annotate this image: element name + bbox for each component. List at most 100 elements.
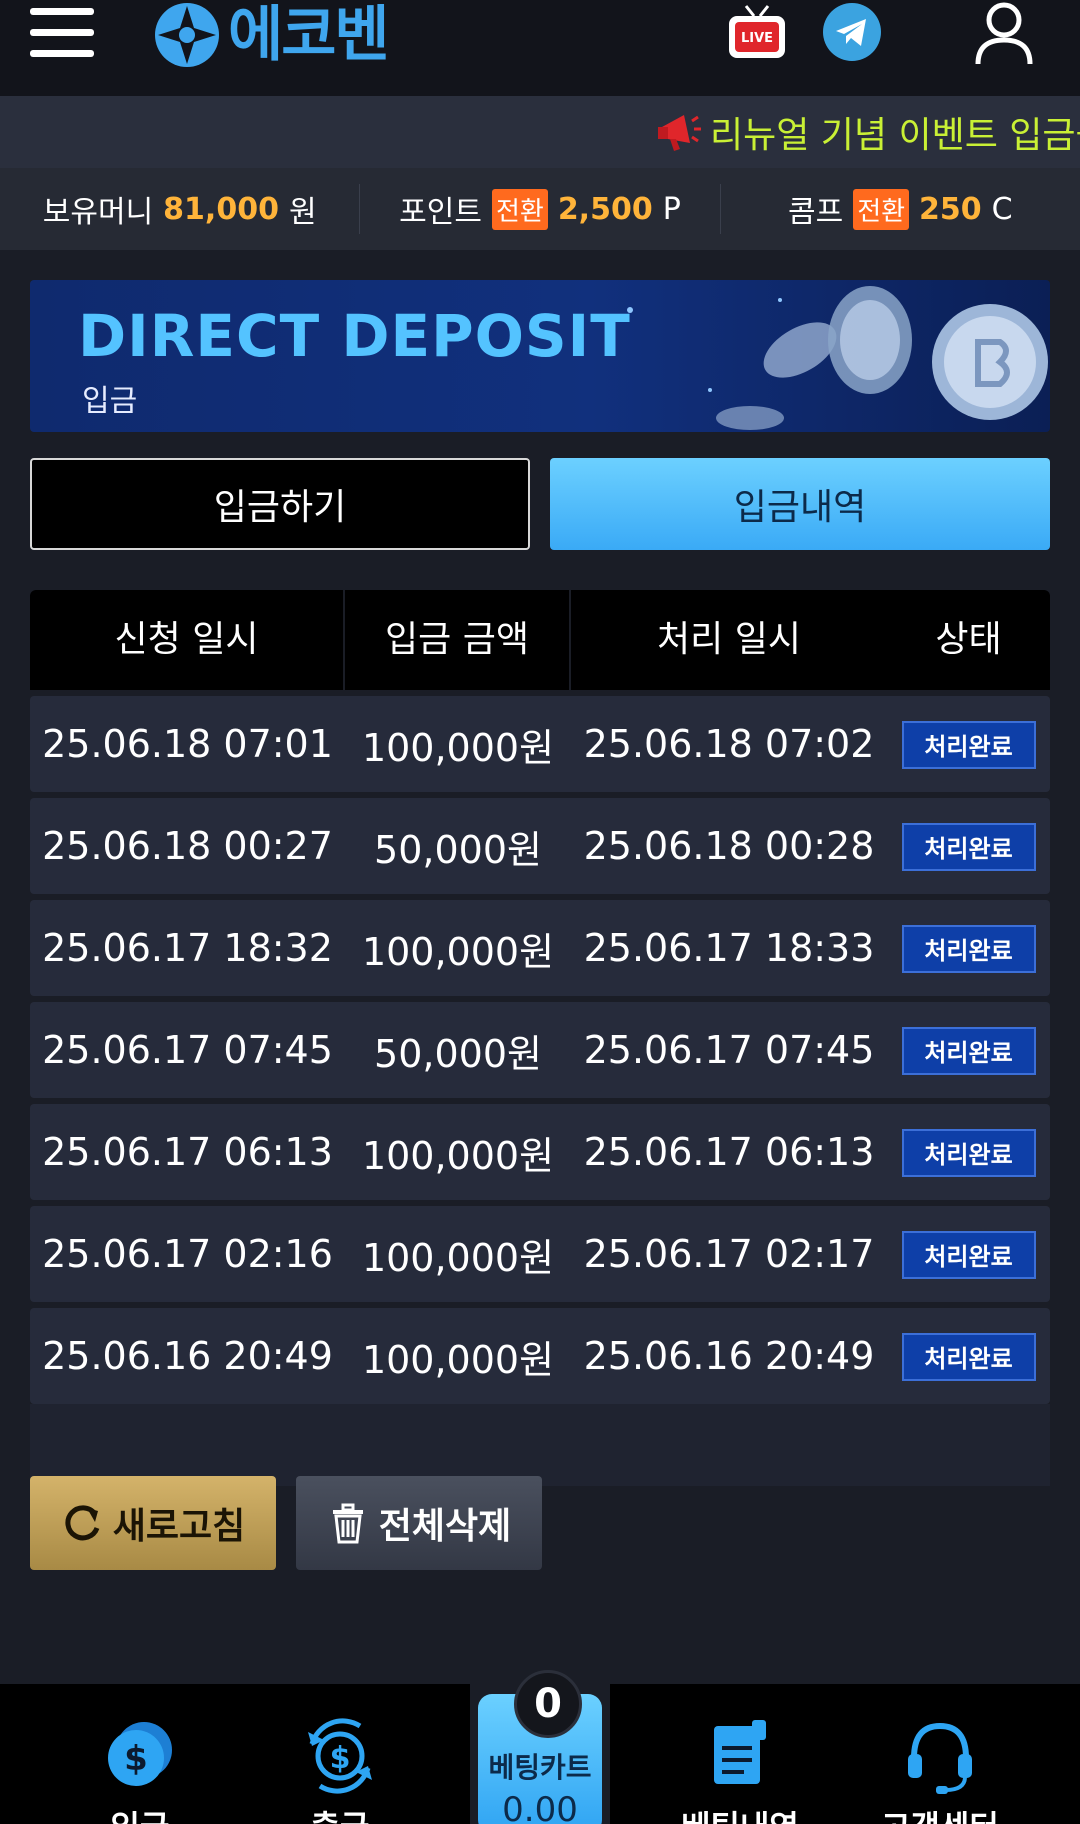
delete-all-button[interactable]: 전체삭제 bbox=[296, 1476, 542, 1570]
cell-status: 처리완료 bbox=[887, 1026, 1050, 1075]
money-balance: 보유머니 81,000 원 bbox=[0, 184, 359, 234]
banner-subtitle: 입금 bbox=[82, 384, 138, 419]
bet-history-icon bbox=[714, 1720, 766, 1784]
deposit-history-table: 신청 일시 입금 금액 처리 일시 상태 25.06.18 07:01 100,… bbox=[30, 590, 1050, 1486]
cell-processed: 25.06.17 02:17 bbox=[583, 1232, 875, 1276]
nav-withdraw[interactable]: $ 출금 bbox=[250, 1684, 430, 1824]
table-row: 25.06.17 18:32 100,000원 25.06.17 18:33 처… bbox=[30, 900, 1050, 996]
deposit-icon: $ bbox=[108, 1722, 172, 1786]
banner-title: DIRECT DEPOSIT bbox=[78, 302, 631, 370]
cell-processed: 25.06.18 00:28 bbox=[583, 824, 875, 868]
header-amount: 입금 금액 bbox=[345, 590, 571, 690]
table-header: 신청 일시 입금 금액 처리 일시 상태 bbox=[30, 590, 1050, 690]
point-convert-button[interactable]: 전환 bbox=[491, 188, 548, 230]
header-processed: 처리 일시 bbox=[657, 619, 801, 660]
refresh-label: 새로고침 bbox=[112, 1506, 246, 1547]
cell-processed: 25.06.17 18:33 bbox=[583, 926, 875, 970]
svg-text:$: $ bbox=[124, 1739, 148, 1779]
cell-processed: 25.06.18 07:02 bbox=[583, 722, 875, 766]
refresh-icon bbox=[65, 1505, 100, 1541]
bet-cart-title: 베팅카트 bbox=[488, 1751, 592, 1784]
bet-cart-button[interactable]: 0 베팅카트 0.00 bbox=[478, 1670, 602, 1824]
telegram-icon[interactable] bbox=[822, 2, 882, 62]
tab-deposit[interactable]: 입금하기 bbox=[30, 458, 530, 550]
status-badge: 처리완료 bbox=[901, 1230, 1036, 1279]
cell-status: 처리완료 bbox=[887, 720, 1050, 769]
refresh-button[interactable]: 새로고침 bbox=[30, 1476, 276, 1570]
point-label: 포인트 bbox=[399, 195, 482, 230]
cell-amount: 100,000원 bbox=[361, 1235, 555, 1280]
cell-requested: 25.06.17 02:16 bbox=[42, 1232, 333, 1276]
balance-bar: 보유머니 81,000 원 포인트 전환 2,500 P 콤프 전환 250 C bbox=[0, 168, 1080, 250]
cell-processed: 25.06.17 07:45 bbox=[583, 1028, 875, 1072]
deposit-banner: DIRECT DEPOSIT 입금 bbox=[30, 280, 1050, 432]
comp-value: 250 bbox=[919, 191, 982, 227]
cell-requested: 25.06.17 07:45 bbox=[42, 1028, 333, 1072]
svg-text:$: $ bbox=[330, 1741, 351, 1776]
status-badge: 처리완료 bbox=[901, 1128, 1036, 1177]
table-row: 25.06.17 07:45 50,000원 25.06.17 07:45 처리… bbox=[30, 1002, 1050, 1098]
user-icon[interactable] bbox=[972, 0, 1036, 66]
nav-withdraw-label: 출금 bbox=[250, 1802, 430, 1824]
cell-requested: 25.06.18 00:27 bbox=[42, 824, 333, 868]
cell-status: 처리완료 bbox=[887, 822, 1050, 871]
nav-deposit-label: 입금 bbox=[50, 1802, 230, 1824]
logo[interactable]: 에코벤 bbox=[152, 0, 390, 70]
bet-cart-count: 0 bbox=[514, 1670, 582, 1738]
withdraw-icon: $ bbox=[308, 1718, 372, 1794]
nav-support[interactable]: 고객센터 bbox=[850, 1684, 1030, 1824]
cell-amount: 100,000원 bbox=[361, 725, 555, 770]
live-tv-icon[interactable]: LIVE bbox=[726, 2, 788, 64]
cell-amount: 50,000원 bbox=[374, 1031, 542, 1076]
cell-amount: 100,000원 bbox=[361, 1133, 555, 1178]
money-value: 81,000 bbox=[163, 191, 279, 227]
delete-all-label: 전체삭제 bbox=[378, 1506, 512, 1547]
status-badge: 처리완료 bbox=[901, 1332, 1036, 1381]
cell-requested: 25.06.17 18:32 bbox=[42, 926, 333, 970]
cell-status: 처리완료 bbox=[887, 1128, 1050, 1177]
money-label: 보유머니 bbox=[42, 195, 154, 230]
cell-status: 처리완료 bbox=[887, 1332, 1050, 1381]
comp-unit: C bbox=[991, 191, 1013, 227]
status-badge: 처리완료 bbox=[901, 720, 1036, 769]
status-badge: 처리완료 bbox=[901, 1026, 1036, 1075]
comp-balance: 콤프 전환 250 C bbox=[719, 184, 1080, 234]
cell-amount: 100,000원 bbox=[361, 929, 555, 974]
nav-bet-history-label: 베팅내역 bbox=[650, 1802, 830, 1824]
cell-processed: 25.06.16 20:49 bbox=[583, 1334, 875, 1378]
coins-illustration bbox=[627, 286, 1048, 430]
header-status: 상태 bbox=[935, 619, 1002, 660]
table-footer bbox=[30, 1404, 1050, 1486]
comp-convert-button[interactable]: 전환 bbox=[853, 188, 910, 230]
logo-mark-icon bbox=[155, 3, 219, 67]
table-row: 25.06.17 06:13 100,000원 25.06.17 06:13 처… bbox=[30, 1104, 1050, 1200]
status-badge: 처리완료 bbox=[901, 924, 1036, 973]
table-row: 25.06.18 00:27 50,000원 25.06.18 00:28 처리… bbox=[30, 798, 1050, 894]
point-unit: P bbox=[662, 191, 681, 227]
megaphone-icon bbox=[658, 115, 701, 151]
header-requested: 신청 일시 bbox=[30, 590, 345, 690]
cell-status: 처리완료 bbox=[887, 1230, 1050, 1279]
comp-label: 콤프 bbox=[788, 195, 844, 230]
table-row: 25.06.16 20:49 100,000원 25.06.16 20:49 처… bbox=[30, 1308, 1050, 1404]
cell-requested: 25.06.18 07:01 bbox=[42, 722, 333, 766]
ticker-text: 리뉴얼 기념 이벤트 입금플 bbox=[710, 115, 1080, 156]
table-row: 25.06.18 07:01 100,000원 25.06.18 07:02 처… bbox=[30, 696, 1050, 792]
notice-ticker: 리뉴얼 기념 이벤트 입금플 bbox=[0, 96, 1080, 168]
point-balance: 포인트 전환 2,500 P bbox=[359, 184, 719, 234]
point-value: 2,500 bbox=[557, 191, 653, 227]
nav-deposit[interactable]: $ 입금 bbox=[50, 1684, 230, 1824]
top-header: 에코벤 LIVE bbox=[0, 0, 1080, 96]
status-badge: 처리완료 bbox=[901, 822, 1036, 871]
bet-cart: 0 베팅카트 0.00 bbox=[470, 1670, 610, 1824]
tab-deposit-history[interactable]: 입금내역 bbox=[550, 458, 1050, 550]
support-headset-icon bbox=[908, 1722, 972, 1794]
cell-processed: 25.06.17 06:13 bbox=[583, 1130, 875, 1174]
bet-cart-value: 0.00 bbox=[502, 1790, 578, 1824]
money-unit: 원 bbox=[288, 195, 317, 230]
trash-icon bbox=[332, 1503, 363, 1544]
nav-support-label: 고객센터 bbox=[850, 1802, 1030, 1824]
nav-bet-history[interactable]: 베팅내역 bbox=[650, 1684, 830, 1824]
menu-icon[interactable] bbox=[30, 8, 94, 60]
logo-text: 에코벤 bbox=[228, 0, 390, 70]
